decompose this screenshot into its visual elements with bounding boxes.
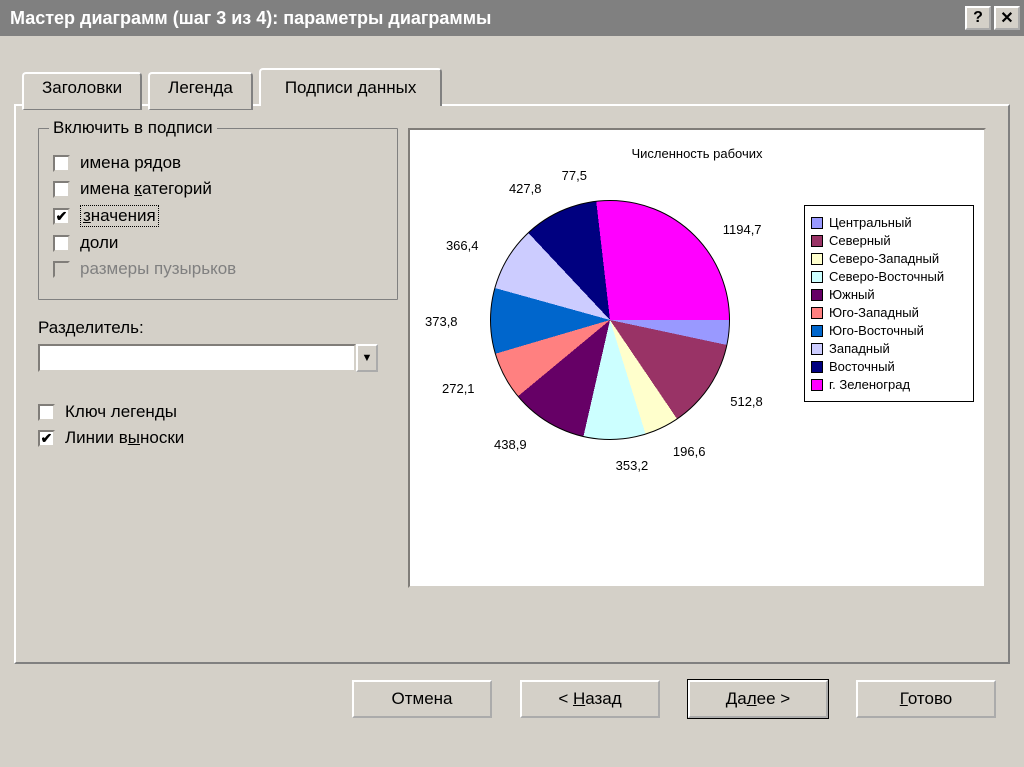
legend-item: Северо-Западный	[811, 251, 967, 266]
data-label: 438,9	[494, 437, 527, 452]
legend-text: Западный	[829, 341, 890, 356]
separator-combo[interactable]: ▼	[38, 344, 378, 372]
data-label: 1194,7	[723, 222, 762, 237]
chart-preview: Численность рабочих 1194,7 512,8 196,6 353,…	[408, 128, 986, 588]
close-button[interactable]: ✕	[994, 6, 1020, 30]
wizard-buttons: Отмена < Назад Далее > Готово	[14, 664, 1010, 718]
legend-text: Юго-Западный	[829, 305, 919, 320]
right-column: Численность рабочих 1194,7 512,8 196,6 353,…	[398, 128, 986, 640]
groupbox-title: Включить в подписи	[49, 118, 217, 138]
data-label: 272,1	[442, 381, 475, 396]
tab-headers[interactable]: Заголовки	[22, 72, 142, 110]
legend-text: Северо-Западный	[829, 251, 939, 266]
legend-swatch	[811, 235, 823, 247]
check-category-names[interactable]: имена категорий	[53, 179, 383, 199]
include-labels-groupbox: Включить в подписи имена рядов имена кат…	[38, 128, 398, 300]
legend-item: Юго-Западный	[811, 305, 967, 320]
checkbox-icon	[38, 404, 55, 421]
next-button[interactable]: Далее >	[688, 680, 828, 718]
tab-datalabels[interactable]: Подписи данных	[259, 68, 443, 106]
tab-panel: Включить в подписи имена рядов имена кат…	[14, 104, 1010, 664]
check-values[interactable]: ✔ значения	[53, 205, 383, 227]
legend-text: Центральный	[829, 215, 912, 230]
check-legend-key[interactable]: Ключ легенды	[38, 402, 398, 422]
legend-swatch	[811, 361, 823, 373]
legend-item: г. Зеленоград	[811, 377, 967, 392]
separator-label: Разделитель:	[38, 318, 398, 338]
data-label: 366,4	[446, 238, 479, 253]
legend-text: Северо-Восточный	[829, 269, 944, 284]
check-percent[interactable]: доли	[53, 233, 383, 253]
legend-text: Северный	[829, 233, 891, 248]
checkbox-icon	[53, 181, 70, 198]
dropdown-button[interactable]: ▼	[356, 344, 378, 372]
chart-area: 1194,7 512,8 196,6 353,2 438,9 272,1 373,8 366,…	[420, 165, 974, 555]
legend-swatch	[811, 307, 823, 319]
pie-wrap	[490, 200, 730, 440]
check-bubble-sizes: размеры пузырьков	[53, 259, 383, 279]
legend-item: Южный	[811, 287, 967, 302]
legend-item: Юго-Восточный	[811, 323, 967, 338]
legend-text: Южный	[829, 287, 875, 302]
data-label: 196,6	[673, 444, 706, 459]
legend-item: Северный	[811, 233, 967, 248]
titlebar: Мастер диаграмм (шаг 3 из 4): параметры …	[0, 0, 1024, 36]
legend-item: Восточный	[811, 359, 967, 374]
left-column: Включить в подписи имена рядов имена кат…	[38, 128, 398, 640]
check-leader-lines[interactable]: ✔ Линии выноски	[38, 428, 398, 448]
checkbox-icon	[53, 155, 70, 172]
cancel-button[interactable]: Отмена	[352, 680, 492, 718]
legend-item: Центральный	[811, 215, 967, 230]
chart-legend: Центральный Северный Северо-Западный Северо…	[804, 205, 974, 402]
data-label: 77,5	[562, 168, 587, 183]
pie-chart	[490, 200, 730, 440]
client-area: Заголовки Легенда Подписи данных Включит…	[0, 36, 1024, 732]
legend-swatch	[811, 289, 823, 301]
tabstrip: Заголовки Легенда Подписи данных	[22, 68, 1010, 106]
legend-swatch	[811, 343, 823, 355]
finish-button[interactable]: Готово	[856, 680, 996, 718]
legend-text: Юго-Восточный	[829, 323, 924, 338]
legend-swatch	[811, 271, 823, 283]
legend-text: г. Зеленоград	[829, 377, 910, 392]
legend-swatch	[811, 325, 823, 337]
legend-swatch	[811, 217, 823, 229]
legend-item: Западный	[811, 341, 967, 356]
chart-title: Численность рабочих	[420, 146, 974, 161]
separator-input[interactable]	[38, 344, 356, 372]
legend-item: Северо-Восточный	[811, 269, 967, 284]
back-button[interactable]: < Назад	[520, 680, 660, 718]
data-label: 373,8	[425, 314, 458, 329]
legend-swatch	[811, 253, 823, 265]
legend-text: Восточный	[829, 359, 895, 374]
checkbox-icon: ✔	[53, 208, 70, 225]
data-label: 512,8	[730, 394, 763, 409]
window-title: Мастер диаграмм (шаг 3 из 4): параметры …	[10, 8, 962, 29]
help-button[interactable]: ?	[965, 6, 991, 30]
tab-legend[interactable]: Легенда	[148, 72, 253, 110]
check-series-names[interactable]: имена рядов	[53, 153, 383, 173]
data-label: 353,2	[616, 458, 649, 473]
checkbox-icon	[53, 261, 70, 278]
checkbox-icon: ✔	[38, 430, 55, 447]
data-label: 427,8	[509, 181, 542, 196]
checkbox-icon	[53, 235, 70, 252]
legend-swatch	[811, 379, 823, 391]
